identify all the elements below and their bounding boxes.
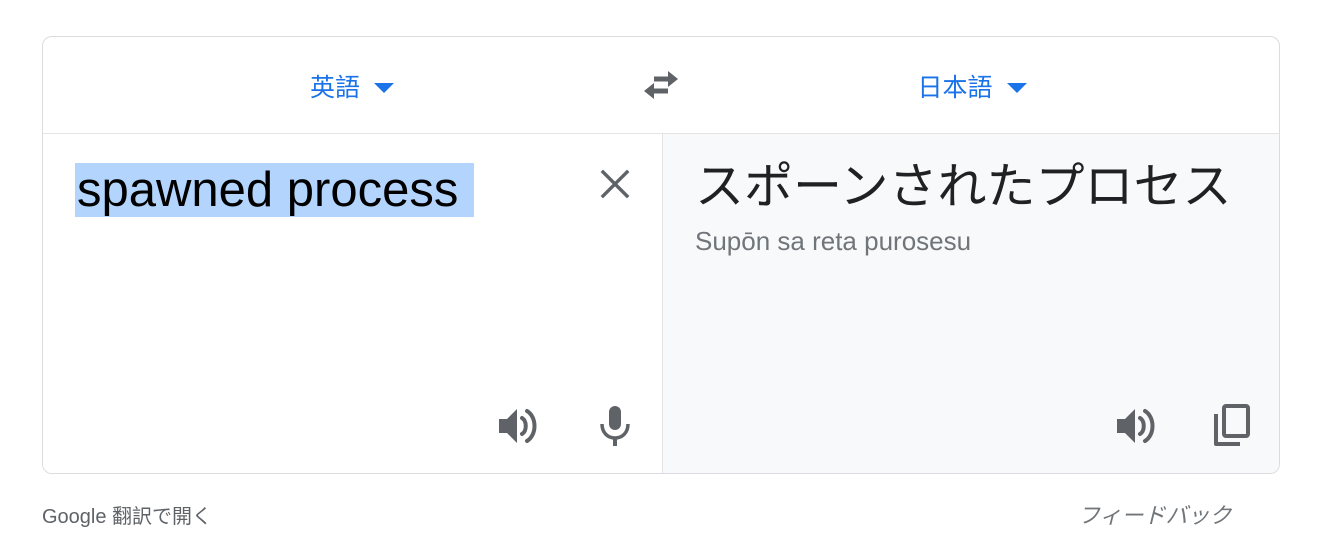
copy-icon	[1214, 404, 1250, 446]
language-bar: 英語 日本語	[43, 37, 1279, 134]
source-pane[interactable]: spawned process	[43, 134, 663, 473]
romanization-text: Supōn sa reta purosesu	[695, 226, 972, 256]
speaker-icon	[499, 409, 537, 443]
clear-button[interactable]	[593, 162, 637, 206]
source-text[interactable]: spawned process	[75, 159, 475, 221]
target-pane: スポーンされたプロセス Supōn sa reta purosesu	[663, 134, 1279, 473]
target-language-select[interactable]: 日本語	[663, 37, 1279, 134]
caret-down-icon	[1006, 82, 1027, 93]
speaker-icon	[1117, 409, 1155, 443]
source-language-select[interactable]: 英語	[43, 37, 661, 134]
microphone-icon	[600, 406, 630, 446]
selected-text[interactable]: spawned process	[75, 163, 475, 217]
target-listen-button[interactable]	[1113, 402, 1161, 450]
translation-text: スポーンされたプロセス	[695, 158, 1232, 215]
feedback-link[interactable]: フィードバック	[1078, 498, 1232, 530]
copy-button[interactable]	[1207, 402, 1255, 450]
source-listen-button[interactable]	[495, 402, 543, 450]
caret-down-icon	[374, 82, 394, 93]
source-language-label: 英語	[309, 73, 360, 102]
target-language-label: 日本語	[917, 73, 993, 102]
microphone-button[interactable]	[591, 402, 639, 450]
close-icon	[600, 169, 630, 199]
translate-card: 英語 日本語 spawned process スポーンされたプロセス Supōn…	[42, 36, 1280, 474]
open-in-google-translate-link[interactable]: Google 翻訳で開く	[42, 500, 212, 529]
